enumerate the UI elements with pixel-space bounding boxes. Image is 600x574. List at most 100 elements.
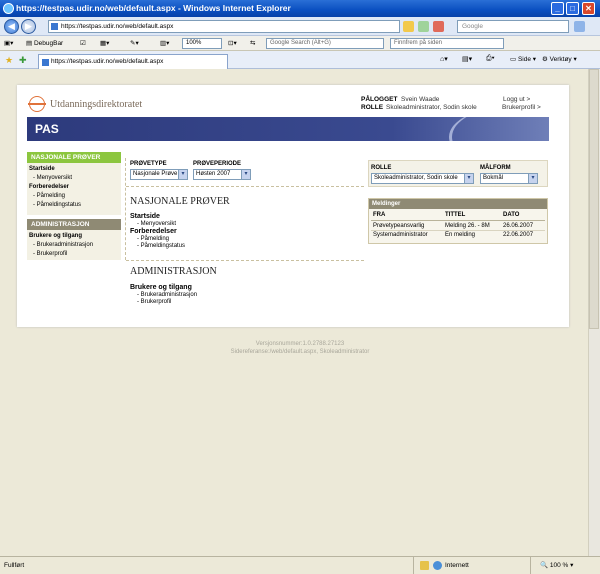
window-title-bar: https://testpas.udir.no/web/default.aspx…	[0, 0, 600, 17]
nav-brukere[interactable]: Brukere og tilgang	[29, 233, 82, 239]
toolbar-icon[interactable]: ⇆	[250, 36, 255, 51]
main-pamelding[interactable]: - Påmelding	[137, 236, 169, 242]
vertical-divider	[125, 158, 126, 260]
main-pameldingstatus[interactable]: - Påmeldingstatus	[137, 243, 185, 249]
toolbar-icon[interactable]: ▥▾	[160, 36, 169, 51]
logo-text: Utdanningsdirektoratet	[50, 99, 143, 110]
find-input[interactable]: Finnfrem på siden	[390, 38, 504, 49]
close-button[interactable]: ✕	[582, 2, 595, 15]
lock-icon[interactable]	[403, 21, 414, 32]
table-cell: Prøvetypeansvarlig	[373, 223, 425, 229]
type-select[interactable]: Nasjonale Prøve ▾	[130, 169, 188, 180]
nav-pamelding[interactable]: - Påmelding	[33, 193, 65, 199]
status-divider	[413, 557, 414, 574]
version-number: Versjonsnummer:1.0.2788.27123	[255, 341, 345, 347]
zoom-select[interactable]: 100%	[182, 38, 222, 49]
back-icon[interactable]: ◀	[4, 19, 19, 34]
status-text: Fullført	[4, 562, 25, 569]
status-divider	[530, 557, 531, 574]
zone-text: Internett	[445, 562, 469, 569]
page-icon	[51, 23, 58, 30]
banner-title: PAS	[35, 122, 59, 136]
browser-tab[interactable]: https://testpas.udir.no/web/default.aspx	[38, 54, 228, 69]
nav-startside[interactable]: Startside	[29, 166, 55, 172]
toolbar-icon[interactable]: ⊡▾	[228, 36, 237, 51]
table-cell: 26.06.2007	[503, 223, 534, 229]
nav-brukerprofil[interactable]: - Brukerprofil	[33, 251, 67, 257]
messages-header-title: TITTEL	[445, 212, 466, 218]
table-rule	[371, 230, 545, 231]
tab-row: ★ ✚ https://testpas.udir.no/web/default.…	[0, 51, 600, 69]
nav-pameldingstatus[interactable]: - Påmeldingstatus	[33, 202, 81, 208]
ie-icon	[3, 3, 14, 14]
page-reference: Sidereferanse:/web/default.aspx, Skolead…	[230, 349, 370, 355]
message-link[interactable]: En melding	[445, 232, 475, 238]
logged-in-label: PÅLOGGET	[361, 96, 398, 103]
panel-role-select[interactable]: Skoleadministrator, Sodin skole ▾	[371, 173, 474, 184]
chevron-down-icon: ▾	[464, 174, 473, 183]
nav-menyoversikt[interactable]: - Menyoversikt	[33, 175, 72, 181]
maximize-button[interactable]: □	[566, 2, 579, 15]
scrollbar-thumb[interactable]	[589, 69, 599, 329]
nav-brukeradmin[interactable]: - Brukeradministrasjon	[33, 242, 93, 248]
role-value: Skoleadministrator, Sodin skole	[386, 104, 477, 111]
toolbar: ▣▾ ▤ DebugBar ☑ ▦▾ ✎▾ ▥▾ 100% ⊡▾ ⇆ Googl…	[0, 36, 600, 51]
nav-forberedelser[interactable]: Forberedelser	[29, 184, 69, 190]
logout-link[interactable]: Logg ut >	[503, 96, 530, 103]
page-icon	[42, 59, 49, 66]
nav-head-admin: ADMINISTRASJON	[27, 219, 121, 230]
section-title-np: NASJONALE PRØVER	[130, 196, 230, 207]
message-link[interactable]: Melding 26. - 8M	[445, 223, 490, 229]
panel-lang-label: MÅLFORM	[480, 165, 511, 171]
table-cell: Systemadministrator	[373, 232, 428, 238]
chevron-down-icon: ▾	[241, 170, 250, 179]
google-search-input[interactable]: Google Search (Alt+G)	[266, 38, 384, 49]
panel-lang-select[interactable]: Bokmål ▾	[480, 173, 538, 184]
chevron-down-icon: ▾	[178, 170, 187, 179]
zoom-control[interactable]: 🔍 100 % ▾	[540, 557, 573, 574]
type-label: PRØVETYPE	[130, 161, 167, 167]
period-label: PRØVEPERIODE	[193, 161, 242, 167]
window-title: https://testpas.udir.no/web/default.aspx…	[16, 3, 291, 13]
divider	[126, 186, 364, 187]
address-field[interactable]: https://testpas.udir.no/web/default.aspx	[48, 20, 400, 33]
forward-icon[interactable]: ▶	[21, 19, 36, 34]
print-icon[interactable]: ⎙▾	[486, 55, 495, 63]
logged-in-user: Svein Waade	[401, 96, 440, 103]
search-icon[interactable]	[574, 21, 585, 32]
feeds-icon[interactable]: ▤▾	[462, 55, 472, 63]
favorites-star-icon[interactable]: ★	[5, 55, 13, 66]
main-brukeradmin[interactable]: - Brukeradministrasjon	[137, 292, 197, 298]
toolbar-icon[interactable]: ☑	[80, 36, 86, 51]
banner-swoosh	[449, 117, 549, 141]
chevron-down-icon: ▾	[528, 174, 537, 183]
main-brukerprofil[interactable]: - Brukerprofil	[137, 299, 171, 305]
role-label: ROLLE	[361, 104, 384, 111]
globe-icon	[433, 561, 442, 570]
table-rule	[371, 220, 545, 221]
search-input[interactable]: Google	[457, 20, 569, 33]
toolbar-icon[interactable]: ✎▾	[130, 36, 139, 51]
messages-title: Meldinger	[369, 199, 547, 209]
panel-role-label: ROLLE	[371, 165, 392, 171]
period-select[interactable]: Høsten 2007 ▾	[193, 169, 251, 180]
toolbar-icon[interactable]: ▣▾	[4, 36, 13, 51]
section-title-admin: ADMINISTRASJON	[130, 266, 217, 277]
banner: PAS	[27, 117, 549, 141]
stop-icon[interactable]	[433, 21, 444, 32]
tools-menu[interactable]: ⚙ Verktøy ▾	[542, 55, 577, 63]
profile-link[interactable]: Brukerprofil >	[502, 104, 541, 111]
home-icon[interactable]: ⌂▾	[440, 55, 448, 63]
add-favorite-icon[interactable]: ✚	[19, 55, 27, 66]
main-brukere: Brukere og tilgang	[130, 284, 192, 291]
page-menu[interactable]: ▭ Side ▾	[510, 55, 536, 63]
debugbar-button[interactable]: ▤ DebugBar	[26, 36, 63, 51]
logo-icon	[28, 96, 46, 112]
toolbar-icon[interactable]: ▦▾	[100, 36, 109, 51]
refresh-icon[interactable]	[418, 21, 429, 32]
lock-icon	[420, 561, 429, 570]
page-footer: Versjonsnummer:1.0.2788.27123 Siderefera…	[0, 340, 600, 356]
minimize-button[interactable]: _	[551, 2, 564, 15]
main-menyoversikt[interactable]: - Menyoversikt	[137, 221, 176, 227]
messages-header-from: FRA	[373, 212, 386, 218]
